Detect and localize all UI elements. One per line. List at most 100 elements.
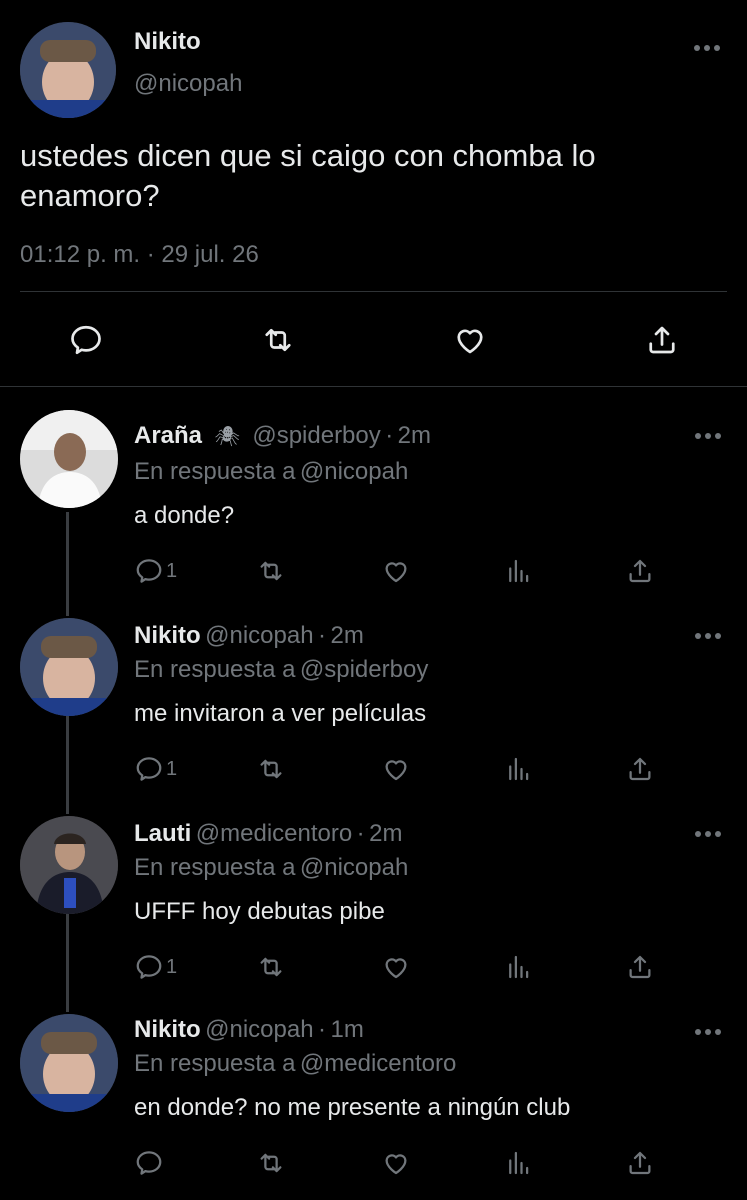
reply-avatar[interactable] xyxy=(20,1014,118,1112)
separator-dot: · xyxy=(318,1016,327,1043)
retweet-icon xyxy=(260,759,282,779)
reply-count: 1 xyxy=(166,955,178,978)
share-icon xyxy=(629,955,651,979)
retweet-button[interactable] xyxy=(256,1146,286,1180)
reply-avatar[interactable] xyxy=(20,410,118,508)
share-button[interactable] xyxy=(625,752,655,786)
tweet-text-line: ustedes dicen que si caigo con chomba lo xyxy=(20,138,596,173)
views-button[interactable] xyxy=(504,554,534,588)
reply-author-name[interactable]: Nikito xyxy=(134,622,201,649)
in-reply-to: En respuesta a @nicopah xyxy=(134,854,408,882)
reply-text: me invitaron a ver películas xyxy=(134,700,427,727)
in-reply-to-label: En respuesta a xyxy=(134,854,296,881)
avatar-image xyxy=(20,1014,118,1112)
in-reply-to: En respuesta a @nicopah xyxy=(134,458,408,486)
reply-author-name[interactable]: Lauti xyxy=(134,820,191,847)
like-icon xyxy=(457,329,483,354)
views-icon xyxy=(509,757,529,781)
like-button[interactable] xyxy=(381,752,411,786)
in-reply-to-label: En respuesta a xyxy=(134,458,296,485)
more-icon[interactable] xyxy=(693,40,721,58)
more-icon[interactable] xyxy=(694,1024,722,1042)
reply-author-handle[interactable]: @nicopah xyxy=(205,1016,313,1043)
reply-time[interactable]: 1m xyxy=(330,1016,363,1043)
spider-emoji: 🕷 xyxy=(214,426,240,448)
reply-tweet[interactable]: Nikito @nicopah · 1m En respuesta a @med… xyxy=(0,990,747,1200)
reply-icon xyxy=(136,559,162,583)
reply-author-handle[interactable]: @spiderboy xyxy=(252,422,380,449)
views-button[interactable] xyxy=(504,1146,534,1180)
reply-tweet[interactable]: Lauti @medicentoro · 2m En respuesta a @… xyxy=(0,792,747,992)
in-reply-to-link[interactable]: @nicopah xyxy=(300,854,408,881)
retweet-button[interactable] xyxy=(256,554,286,588)
like-button[interactable] xyxy=(381,950,411,984)
like-icon xyxy=(385,958,407,979)
divider xyxy=(20,291,727,292)
reply-icon xyxy=(71,325,101,355)
reply-time[interactable]: 2m xyxy=(330,622,363,649)
reply-time[interactable]: 2m xyxy=(369,820,402,847)
reply-button[interactable] xyxy=(66,320,106,360)
author-handle[interactable]: @nicopah xyxy=(134,70,242,98)
separator-dot: · xyxy=(318,622,327,649)
retweet-icon xyxy=(260,561,282,581)
in-reply-to-link[interactable]: @spiderboy xyxy=(300,656,428,683)
views-icon xyxy=(509,1151,529,1175)
reply-author-handle[interactable]: @medicentoro xyxy=(196,820,352,847)
retweet-button[interactable] xyxy=(256,950,286,984)
more-icon[interactable] xyxy=(694,628,722,646)
share-button[interactable] xyxy=(625,554,655,588)
reply-text: a donde? xyxy=(134,502,235,529)
reply-button[interactable]: 1 xyxy=(134,554,177,588)
reply-time[interactable]: 2m xyxy=(398,422,431,449)
retweet-button[interactable] xyxy=(256,752,286,786)
share-icon xyxy=(629,559,651,583)
avatar-image xyxy=(20,816,118,914)
reply-avatar[interactable] xyxy=(20,816,118,914)
more-icon[interactable] xyxy=(694,826,722,844)
reply-author-handle[interactable]: @nicopah xyxy=(205,622,313,649)
reply-button[interactable]: 1 xyxy=(134,752,177,786)
reply-icon xyxy=(136,757,162,781)
avatar-image xyxy=(20,22,116,118)
reply-header: Araña 🕷 @spiderboy · 2m xyxy=(134,422,431,450)
share-icon xyxy=(629,1151,651,1175)
reply-count: 1 xyxy=(166,559,178,582)
like-button[interactable] xyxy=(381,1146,411,1180)
reply-tweet[interactable]: Nikito @nicopah · 2m En respuesta a @spi… xyxy=(0,594,747,794)
retweet-button[interactable] xyxy=(258,320,298,360)
reply-icon xyxy=(136,1151,162,1175)
share-icon xyxy=(629,757,651,781)
reply-author-name[interactable]: Nikito xyxy=(134,1016,201,1043)
reply-avatar[interactable] xyxy=(20,618,118,716)
share-button[interactable] xyxy=(625,1146,655,1180)
in-reply-to-label: En respuesta a xyxy=(134,656,296,683)
reply-button[interactable] xyxy=(134,1146,166,1180)
like-icon xyxy=(385,562,407,583)
share-button[interactable] xyxy=(642,320,682,360)
views-button[interactable] xyxy=(504,752,534,786)
reply-tweet[interactable]: Araña 🕷 @spiderboy · 2m En respuesta a @… xyxy=(0,396,747,596)
share-button[interactable] xyxy=(625,950,655,984)
like-button[interactable] xyxy=(450,320,490,360)
retweet-icon xyxy=(260,957,282,977)
reply-header: Lauti @medicentoro · 2m xyxy=(134,820,402,848)
views-button[interactable] xyxy=(504,950,534,984)
reply-author-name[interactable]: Araña xyxy=(134,422,202,449)
share-icon xyxy=(649,326,675,354)
author-avatar[interactable] xyxy=(20,22,116,118)
in-reply-to-link[interactable]: @medicentoro xyxy=(300,1050,456,1077)
in-reply-to-label: En respuesta a xyxy=(134,1050,296,1077)
tweet-text: ustedes dicen que si caigo con chomba lo… xyxy=(20,136,596,216)
divider xyxy=(0,386,747,387)
views-icon xyxy=(509,955,529,979)
like-button[interactable] xyxy=(381,554,411,588)
reply-header: Nikito @nicopah · 2m xyxy=(134,622,364,650)
reply-text: UFFF hoy debutas pibe xyxy=(134,898,385,925)
reply-button[interactable]: 1 xyxy=(134,950,177,984)
retweet-icon xyxy=(265,328,291,352)
tweet-timestamp[interactable]: 01:12 p. m. · 29 jul. 26 xyxy=(20,241,259,269)
in-reply-to-link[interactable]: @nicopah xyxy=(300,458,408,485)
author-name[interactable]: Nikito xyxy=(134,28,201,56)
more-icon[interactable] xyxy=(694,428,722,446)
